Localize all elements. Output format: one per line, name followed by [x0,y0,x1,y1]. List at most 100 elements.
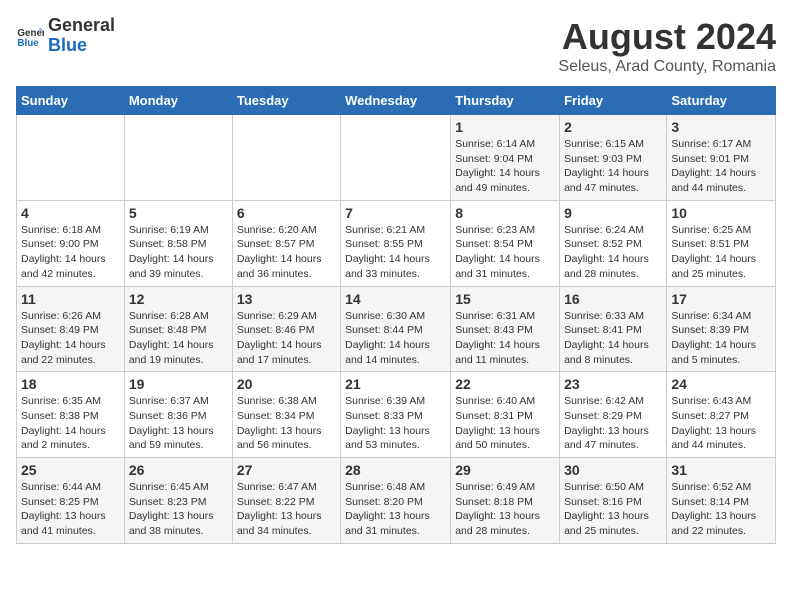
day-info: Sunrise: 6:19 AM Sunset: 8:58 PM Dayligh… [129,223,228,282]
day-cell: 21 Sunrise: 6:39 AM Sunset: 8:33 PM Dayli… [341,372,451,458]
day-number: 18 [21,376,120,392]
day-cell: 2 Sunrise: 6:15 AM Sunset: 9:03 PM Daylig… [560,115,667,201]
day-number: 27 [237,462,336,478]
day-number: 26 [129,462,228,478]
day-cell: 10Sunrise: 6:25 AM Sunset: 8:51 PM Dayli… [667,200,776,286]
day-info: Sunrise: 6:43 AM Sunset: 8:27 PM Dayligh… [671,394,771,453]
day-number: 3 [671,119,771,135]
day-info: Sunrise: 6:37 AM Sunset: 8:36 PM Dayligh… [129,394,228,453]
day-number: 17 [671,291,771,307]
day-number: 30 [564,462,662,478]
title-area: August 2024 Seleus, Arad County, Romania [558,16,776,76]
week-row-1: 1 Sunrise: 6:14 AM Sunset: 9:04 PM Daylig… [17,115,776,201]
day-number: 12 [129,291,228,307]
page-title: August 2024 [558,16,776,58]
day-info: Sunrise: 6:17 AM Sunset: 9:01 PM Dayligh… [671,137,771,196]
day-number: 7 [345,205,446,221]
day-cell: 28 Sunrise: 6:48 AM Sunset: 8:20 PM Dayli… [341,458,451,544]
day-cell [341,115,451,201]
svg-text:Blue: Blue [17,38,39,49]
header-cell-wednesday: Wednesday [341,87,451,115]
calendar-table: SundayMondayTuesdayWednesdayThursdayFrid… [16,86,776,544]
day-cell: 8 Sunrise: 6:23 AM Sunset: 8:54 PM Daylig… [451,200,560,286]
week-row-2: 4Sunrise: 6:18 AM Sunset: 9:00 PM Daylig… [17,200,776,286]
day-info: Sunrise: 6:38 AM Sunset: 8:34 PM Dayligh… [237,394,336,453]
day-number: 16 [564,291,662,307]
day-info: Sunrise: 6:15 AM Sunset: 9:03 PM Dayligh… [564,137,662,196]
day-info: Sunrise: 6:35 AM Sunset: 8:38 PM Dayligh… [21,394,120,453]
day-cell: 9Sunrise: 6:24 AM Sunset: 8:52 PM Daylig… [560,200,667,286]
day-cell: 23 Sunrise: 6:42 AM Sunset: 8:29 PM Dayli… [560,372,667,458]
day-info: Sunrise: 6:21 AM Sunset: 8:55 PM Dayligh… [345,223,446,282]
day-info: Sunrise: 6:42 AM Sunset: 8:29 PM Dayligh… [564,394,662,453]
logo: General Blue General Blue [16,16,115,56]
day-cell: 7 Sunrise: 6:21 AM Sunset: 8:55 PM Daylig… [341,200,451,286]
header: General Blue General Blue August 2024 Se… [16,16,776,76]
day-number: 14 [345,291,446,307]
logo-blue: Blue [48,36,115,56]
day-number: 31 [671,462,771,478]
day-number: 11 [21,291,120,307]
day-number: 20 [237,376,336,392]
day-info: Sunrise: 6:28 AM Sunset: 8:48 PM Dayligh… [129,309,228,368]
day-number: 23 [564,376,662,392]
day-cell: 29 Sunrise: 6:49 AM Sunset: 8:18 PM Dayli… [451,458,560,544]
day-cell: 11 Sunrise: 6:26 AM Sunset: 8:49 PM Dayli… [17,286,125,372]
day-cell: 1 Sunrise: 6:14 AM Sunset: 9:04 PM Daylig… [451,115,560,201]
logo-icon: General Blue [16,22,44,50]
day-number: 13 [237,291,336,307]
day-cell: 27Sunrise: 6:47 AM Sunset: 8:22 PM Dayli… [232,458,340,544]
day-cell: 18 Sunrise: 6:35 AM Sunset: 8:38 PM Dayli… [17,372,125,458]
day-number: 21 [345,376,446,392]
day-number: 15 [455,291,555,307]
day-info: Sunrise: 6:31 AM Sunset: 8:43 PM Dayligh… [455,309,555,368]
day-cell: 17Sunrise: 6:34 AM Sunset: 8:39 PM Dayli… [667,286,776,372]
day-cell: 26 Sunrise: 6:45 AM Sunset: 8:23 PM Dayli… [124,458,232,544]
page-subtitle: Seleus, Arad County, Romania [558,58,776,76]
day-cell: 25Sunrise: 6:44 AM Sunset: 8:25 PM Dayli… [17,458,125,544]
day-info: Sunrise: 6:45 AM Sunset: 8:23 PM Dayligh… [129,480,228,539]
day-cell: 20 Sunrise: 6:38 AM Sunset: 8:34 PM Dayli… [232,372,340,458]
header-cell-thursday: Thursday [451,87,560,115]
day-info: Sunrise: 6:26 AM Sunset: 8:49 PM Dayligh… [21,309,120,368]
day-info: Sunrise: 6:14 AM Sunset: 9:04 PM Dayligh… [455,137,555,196]
header-cell-sunday: Sunday [17,87,125,115]
day-cell: 5 Sunrise: 6:19 AM Sunset: 8:58 PM Daylig… [124,200,232,286]
header-cell-friday: Friday [560,87,667,115]
day-cell: 19Sunrise: 6:37 AM Sunset: 8:36 PM Dayli… [124,372,232,458]
day-number: 2 [564,119,662,135]
day-number: 5 [129,205,228,221]
day-number: 24 [671,376,771,392]
day-info: Sunrise: 6:44 AM Sunset: 8:25 PM Dayligh… [21,480,120,539]
day-cell: 30 Sunrise: 6:50 AM Sunset: 8:16 PM Dayli… [560,458,667,544]
day-cell: 24 Sunrise: 6:43 AM Sunset: 8:27 PM Dayli… [667,372,776,458]
header-cell-saturday: Saturday [667,87,776,115]
day-number: 29 [455,462,555,478]
day-info: Sunrise: 6:50 AM Sunset: 8:16 PM Dayligh… [564,480,662,539]
day-info: Sunrise: 6:40 AM Sunset: 8:31 PM Dayligh… [455,394,555,453]
day-cell: 15 Sunrise: 6:31 AM Sunset: 8:43 PM Dayli… [451,286,560,372]
day-number: 22 [455,376,555,392]
day-info: Sunrise: 6:23 AM Sunset: 8:54 PM Dayligh… [455,223,555,282]
day-info: Sunrise: 6:39 AM Sunset: 8:33 PM Dayligh… [345,394,446,453]
day-cell: 3 Sunrise: 6:17 AM Sunset: 9:01 PM Daylig… [667,115,776,201]
day-number: 1 [455,119,555,135]
day-cell: 12 Sunrise: 6:28 AM Sunset: 8:48 PM Dayli… [124,286,232,372]
day-number: 8 [455,205,555,221]
day-info: Sunrise: 6:49 AM Sunset: 8:18 PM Dayligh… [455,480,555,539]
day-info: Sunrise: 6:25 AM Sunset: 8:51 PM Dayligh… [671,223,771,282]
day-cell: 4Sunrise: 6:18 AM Sunset: 9:00 PM Daylig… [17,200,125,286]
day-info: Sunrise: 6:48 AM Sunset: 8:20 PM Dayligh… [345,480,446,539]
week-row-4: 18 Sunrise: 6:35 AM Sunset: 8:38 PM Dayli… [17,372,776,458]
day-info: Sunrise: 6:29 AM Sunset: 8:46 PM Dayligh… [237,309,336,368]
week-row-3: 11 Sunrise: 6:26 AM Sunset: 8:49 PM Dayli… [17,286,776,372]
day-number: 9 [564,205,662,221]
header-cell-tuesday: Tuesday [232,87,340,115]
week-row-5: 25Sunrise: 6:44 AM Sunset: 8:25 PM Dayli… [17,458,776,544]
day-info: Sunrise: 6:33 AM Sunset: 8:41 PM Dayligh… [564,309,662,368]
day-cell [232,115,340,201]
header-cell-monday: Monday [124,87,232,115]
day-cell: 14Sunrise: 6:30 AM Sunset: 8:44 PM Dayli… [341,286,451,372]
day-number: 4 [21,205,120,221]
day-number: 28 [345,462,446,478]
